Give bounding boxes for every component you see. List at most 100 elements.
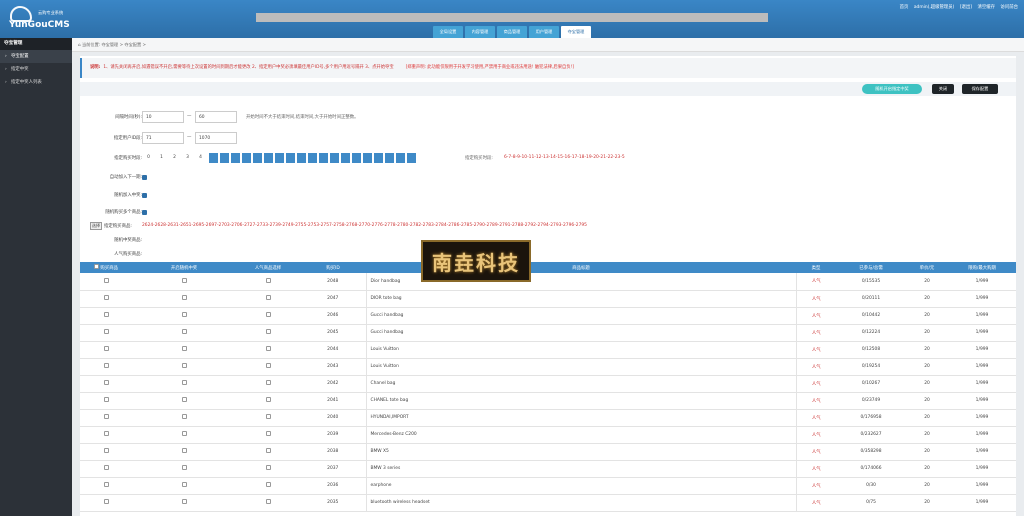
random-checkbox[interactable] (181, 312, 187, 317)
time-from-input[interactable]: 10 (142, 111, 184, 123)
top-header: 云购专业系统 YunGouCMS 首页 admin(,超级管理员) [退出] 清… (0, 0, 1024, 38)
hour-option-selected[interactable] (352, 153, 361, 163)
buy-checkbox[interactable] (103, 448, 109, 453)
hour-option-selected[interactable] (209, 153, 218, 163)
popular-checkbox[interactable] (265, 312, 271, 317)
random-checkbox[interactable] (181, 465, 187, 470)
sidebar-item-assign-winner[interactable]: › 指定中奖 (0, 63, 72, 76)
watermark-logo: 南垚科技 (421, 240, 531, 282)
hour-option[interactable]: 3 (183, 153, 192, 163)
hour-option-selected[interactable] (319, 153, 328, 163)
buy-checkbox[interactable] (103, 312, 109, 317)
popular-checkbox[interactable] (265, 277, 271, 283)
time-to-input[interactable]: 60 (195, 111, 237, 123)
buy-checkbox[interactable] (103, 397, 109, 402)
goods-type: 人气 (796, 409, 836, 427)
popular-checkbox[interactable] (265, 397, 271, 402)
tab-users[interactable]: 用户管理 (529, 26, 559, 38)
random-checkbox[interactable] (181, 346, 187, 351)
user-to-input[interactable]: 1070 (195, 132, 237, 144)
clear-cache-link[interactable]: 清空缓存 (977, 5, 995, 10)
goods-row: 选择 指定购买商品: 2624-2628-2631-2651-2695-2697… (80, 222, 1016, 232)
random-checkbox[interactable] (181, 431, 187, 436)
logo[interactable]: 云购专业系统 YunGouCMS (8, 4, 74, 34)
close-button[interactable]: 关闭 (932, 84, 954, 94)
sidebar-item-winner-list[interactable]: › 指定中奖人列表 (0, 76, 72, 89)
random-checkbox[interactable] (181, 277, 187, 283)
hour-option-selected[interactable] (231, 153, 240, 163)
hour-option[interactable]: 2 (170, 153, 179, 163)
popular-checkbox[interactable] (265, 295, 271, 300)
hour-option-selected[interactable] (286, 153, 295, 163)
random-checkbox[interactable] (181, 499, 187, 504)
popular-checkbox[interactable] (265, 465, 271, 470)
sidebar-item-config[interactable]: › 夺宝配置 (0, 50, 72, 63)
home-link[interactable]: 首页 (900, 5, 909, 10)
tab-content[interactable]: 内容管理 (465, 26, 495, 38)
hour-option-selected[interactable] (341, 153, 350, 163)
random-checkbox-cell (132, 494, 236, 512)
popular-checkbox[interactable] (265, 431, 271, 436)
random-checkbox[interactable] (181, 380, 187, 385)
hour-option-selected[interactable] (264, 153, 273, 163)
buy-checkbox[interactable] (103, 499, 109, 504)
hour-option-selected[interactable] (275, 153, 284, 163)
goods-progress: 0/19254 (836, 358, 906, 376)
goods-price: 20 (906, 290, 948, 308)
popular-checkbox[interactable] (265, 346, 271, 351)
buy-checkbox[interactable] (103, 329, 109, 334)
hour-option-selected[interactable] (242, 153, 251, 163)
hour-option-selected[interactable] (330, 153, 339, 163)
popular-checkbox[interactable] (265, 482, 271, 487)
hour-option-selected[interactable] (385, 153, 394, 163)
hour-option[interactable]: 1 (157, 153, 166, 163)
visit-frontend-link[interactable]: 访问前台 (1000, 5, 1018, 10)
popular-checkbox[interactable] (265, 499, 271, 504)
buy-checkbox[interactable] (103, 482, 109, 487)
buy-checkbox[interactable] (103, 295, 109, 300)
buy-checkbox[interactable] (103, 346, 109, 351)
popular-checkbox[interactable] (265, 380, 271, 385)
buy-checkbox[interactable] (103, 277, 109, 283)
random-checkbox[interactable] (181, 363, 187, 368)
popular-checkbox[interactable] (265, 448, 271, 453)
buy-checkbox[interactable] (103, 465, 109, 470)
random-checkbox[interactable] (181, 414, 187, 419)
hour-option-selected[interactable] (297, 153, 306, 163)
buy-checkbox[interactable] (103, 363, 109, 368)
select-goods-button[interactable]: 选择 (90, 222, 102, 230)
hour-option-selected[interactable] (363, 153, 372, 163)
random-checkbox[interactable] (181, 482, 187, 487)
random-checkbox[interactable] (181, 329, 187, 334)
random-checkbox[interactable] (181, 397, 187, 402)
hour-option-selected[interactable] (253, 153, 262, 163)
buy-checkbox[interactable] (103, 414, 109, 419)
tab-goods[interactable]: 商品管理 (497, 26, 527, 38)
logout-link[interactable]: [退出] (960, 5, 972, 10)
select-all-checkbox[interactable] (94, 264, 99, 269)
random-multi-checkbox[interactable] (142, 210, 147, 215)
goods-progress: 0/23749 (836, 392, 906, 410)
popular-checkbox[interactable] (265, 329, 271, 334)
random-checkbox[interactable] (181, 448, 187, 453)
user-from-input[interactable]: 71 (142, 132, 184, 144)
popular-checkbox[interactable] (265, 363, 271, 368)
hour-option[interactable]: 0 (144, 153, 153, 163)
user-link[interactable]: admin(,超级管理员) (914, 5, 955, 10)
hour-option-selected[interactable] (374, 153, 383, 163)
hour-option-selected[interactable] (308, 153, 317, 163)
tab-lottery[interactable]: 夺宝管理 (561, 26, 591, 38)
hour-option[interactable]: 4 (196, 153, 205, 163)
random-winner-button[interactable]: 随机开启指定中奖 (862, 84, 922, 94)
random-checkbox[interactable] (181, 295, 187, 300)
popular-checkbox[interactable] (265, 414, 271, 419)
hour-option-selected[interactable] (396, 153, 405, 163)
buy-checkbox[interactable] (103, 380, 109, 385)
tab-global-settings[interactable]: 全局设置 (433, 26, 463, 38)
save-config-button[interactable]: 保存配置 (962, 84, 998, 94)
hour-option-selected[interactable] (220, 153, 229, 163)
random-join-checkbox[interactable] (142, 193, 147, 198)
buy-checkbox[interactable] (103, 431, 109, 436)
hour-option-selected[interactable] (407, 153, 416, 163)
auto-next-checkbox[interactable] (142, 175, 147, 180)
